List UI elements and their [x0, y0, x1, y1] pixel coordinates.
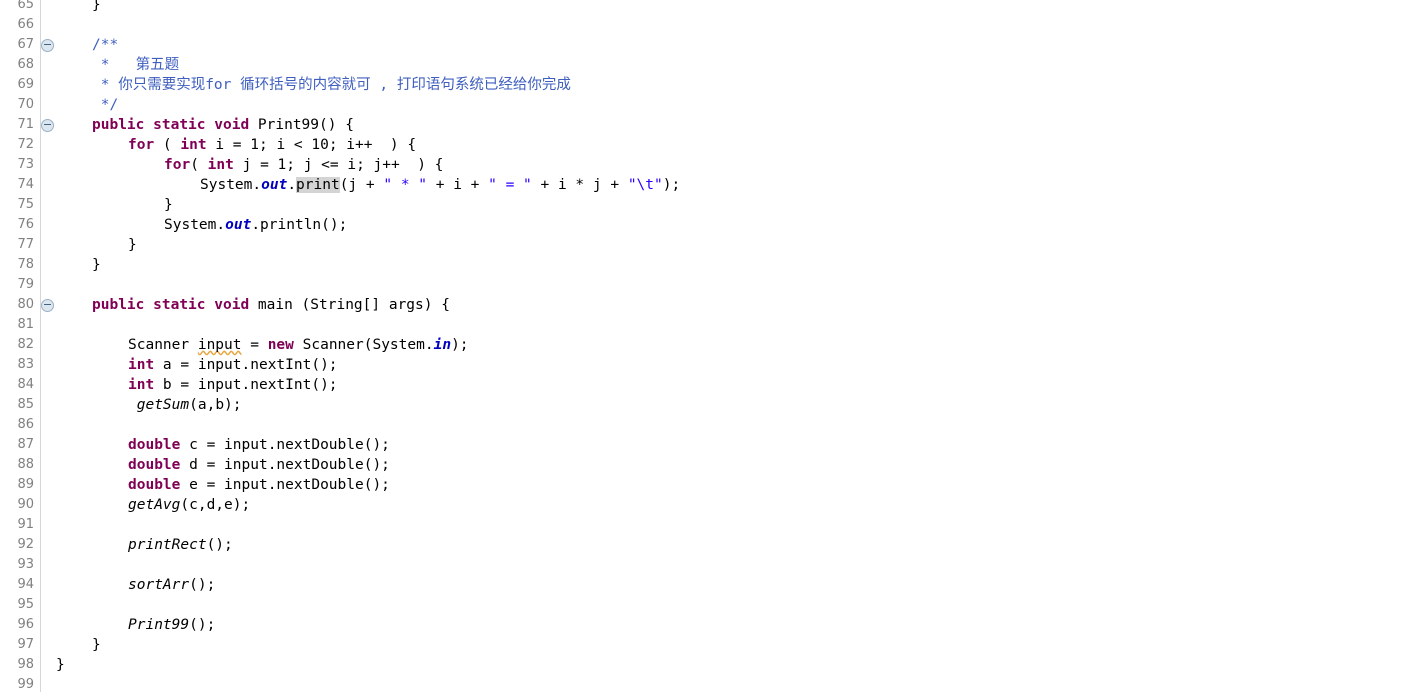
code-line[interactable]: * 你只需要实现for 循环括号的内容就可 , 打印语句系统已经给你完成 [92, 75, 571, 95]
line-number: 92 [17, 537, 34, 552]
line-number: 77 [17, 237, 34, 252]
code-line[interactable]: double c = input.nextDouble(); [128, 435, 390, 455]
line-number: 82 [17, 337, 34, 352]
code-line[interactable]: printRect(); [128, 535, 233, 555]
line-number: 71 [17, 117, 34, 132]
code-line[interactable]: } [92, 0, 101, 15]
code-line[interactable]: getSum(a,b); [128, 395, 242, 415]
line-number: 67 [17, 37, 34, 52]
line-number: 86 [17, 417, 34, 432]
java-code-editor[interactable]: 65 66 67 68 69 70 71 72 73 74 75 76 77 78 79 80 81 82 83 84… [0, 0, 1415, 692]
code-line[interactable]: System.out.println(); [164, 215, 347, 235]
code-line[interactable]: int b = input.nextInt(); [128, 375, 338, 395]
code-line[interactable]: } [128, 235, 137, 255]
line-number: 74 [17, 177, 34, 192]
code-line[interactable]: public static void Print99() { [92, 115, 354, 135]
code-line[interactable]: } [92, 635, 101, 655]
code-line[interactable]: /** [92, 35, 118, 55]
line-number: 98 [17, 657, 34, 672]
line-number: 68 [17, 57, 34, 72]
code-line[interactable]: Scanner input = new Scanner(System.in); [128, 335, 469, 355]
line-number: 88 [17, 457, 34, 472]
line-number: 79 [17, 277, 34, 292]
code-line[interactable]: } [164, 195, 173, 215]
code-line[interactable]: Print99(); [128, 615, 215, 635]
line-number: 95 [17, 597, 34, 612]
folding-bar[interactable] [41, 0, 55, 692]
code-line[interactable]: sortArr(); [128, 575, 215, 595]
line-number: 94 [17, 577, 34, 592]
collapse-fold-icon[interactable] [41, 295, 54, 315]
line-number: 70 [17, 97, 34, 112]
line-number: 81 [17, 317, 34, 332]
line-number: 78 [17, 257, 34, 272]
line-number-gutter: 65 66 67 68 69 70 71 72 73 74 75 76 77 78 79 80 81 82 83 84… [0, 0, 41, 692]
line-number: 80 [17, 297, 34, 312]
code-line[interactable]: public static void main (String[] args) … [92, 295, 450, 315]
line-number: 97 [17, 637, 34, 652]
code-line[interactable]: int a = input.nextInt(); [128, 355, 338, 375]
code-line[interactable]: double d = input.nextDouble(); [128, 455, 390, 475]
collapse-fold-icon[interactable] [41, 35, 54, 55]
code-line[interactable]: for( int j = 1; j <= i; j++ ) { [164, 155, 443, 175]
line-number: 99 [17, 677, 34, 692]
code-line[interactable]: getAvg(c,d,e); [128, 495, 250, 515]
collapse-fold-icon[interactable] [41, 115, 54, 135]
code-line[interactable]: * 第五题 [92, 55, 179, 75]
line-number: 72 [17, 137, 34, 152]
line-number: 84 [17, 377, 34, 392]
code-line[interactable]: */ [92, 95, 118, 115]
line-number: 89 [17, 477, 34, 492]
line-number: 96 [17, 617, 34, 632]
line-number: 91 [17, 517, 34, 532]
line-number: 76 [17, 217, 34, 232]
line-number: 65 [17, 0, 34, 12]
line-number: 75 [17, 197, 34, 212]
line-number: 73 [17, 157, 34, 172]
line-number: 93 [17, 557, 34, 572]
code-line[interactable]: } [56, 655, 65, 675]
code-line[interactable]: double e = input.nextDouble(); [128, 475, 390, 495]
line-number: 69 [17, 77, 34, 92]
line-number: 83 [17, 357, 34, 372]
code-line[interactable]: System.out.print(j + " * " + i + " = " +… [200, 175, 680, 195]
line-number: 66 [17, 17, 34, 32]
code-line[interactable]: for ( int i = 1; i < 10; i++ ) { [128, 135, 416, 155]
code-text-area[interactable]: } /** * 第五题 * 你只需要实现for 循环括号的内容就可 , 打印语句系… [56, 0, 1415, 692]
line-number: 90 [17, 497, 34, 512]
code-line[interactable]: } [92, 255, 101, 275]
line-number: 85 [17, 397, 34, 412]
line-number: 87 [17, 437, 34, 452]
